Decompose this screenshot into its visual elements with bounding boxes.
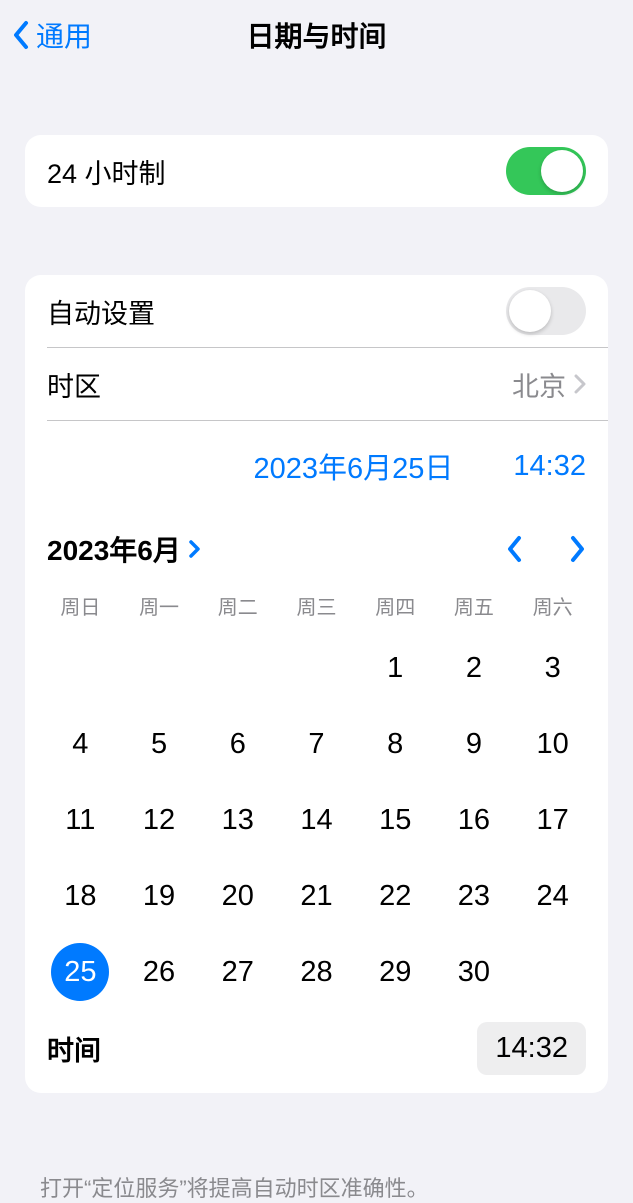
calendar-week-row: 11121314151617: [25, 782, 608, 858]
calendar-day-cell[interactable]: 5: [120, 706, 199, 782]
calendar-day-cell: [120, 630, 199, 706]
calendar-day-cell[interactable]: 10: [513, 706, 592, 782]
calendar-week-row: 123: [25, 630, 608, 706]
calendar-grid: 1234567891011121314151617181920212223242…: [25, 630, 608, 1010]
row-selected-datetime: 2023年6月25日 14:32: [25, 421, 608, 511]
calendar-day-cell[interactable]: 12: [120, 782, 199, 858]
calendar-day-cell[interactable]: 30: [435, 934, 514, 1010]
toggle-knob: [541, 150, 583, 192]
toggle-auto-set[interactable]: [506, 287, 586, 335]
calendar-header: 2023年6月: [25, 511, 608, 579]
weekday-header-row: 周日周一周二周三周四周五周六: [25, 579, 608, 630]
timezone-value: 北京: [512, 365, 566, 404]
calendar-day-cell[interactable]: 9: [435, 706, 514, 782]
calendar-day-cell[interactable]: 20: [198, 858, 277, 934]
chevron-right-icon: [574, 374, 586, 394]
row-timezone[interactable]: 时区 北京: [25, 348, 608, 420]
back-label: 通用: [36, 15, 92, 55]
calendar-week-row: 18192021222324: [25, 858, 608, 934]
calendar-day-cell[interactable]: 7: [277, 706, 356, 782]
weekday-label: 周五: [435, 579, 514, 630]
nav-bar: 通用 日期与时间: [0, 0, 633, 70]
month-picker-button[interactable]: 2023年6月: [47, 529, 201, 569]
calendar-day-cell[interactable]: 19: [120, 858, 199, 934]
calendar-day-cell: [41, 630, 120, 706]
time-row: 时间 14:32: [25, 1010, 608, 1093]
calendar-day-cell[interactable]: 21: [277, 858, 356, 934]
toggle-knob: [509, 290, 551, 332]
calendar-day-cell[interactable]: 4: [41, 706, 120, 782]
calendar-day-cell[interactable]: 6: [198, 706, 277, 782]
footer-note: 打开“定位服务”将提高自动时区准确性。: [0, 1161, 633, 1203]
prev-month-button[interactable]: [506, 534, 524, 564]
row-label: 24 小时制: [47, 152, 506, 191]
calendar-nav: [506, 534, 586, 564]
weekday-label: 周二: [198, 579, 277, 630]
next-month-button[interactable]: [568, 534, 586, 564]
calendar-day-cell[interactable]: 17: [513, 782, 592, 858]
calendar-day-cell: [277, 630, 356, 706]
calendar-day-cell[interactable]: 14: [277, 782, 356, 858]
weekday-label: 周六: [513, 579, 592, 630]
weekday-label: 周四: [356, 579, 435, 630]
calendar-day-cell[interactable]: 27: [198, 934, 277, 1010]
calendar-day-cell: [198, 630, 277, 706]
calendar-day-cell[interactable]: 18: [41, 858, 120, 934]
calendar-day-cell[interactable]: 22: [356, 858, 435, 934]
calendar-week-row: 45678910: [25, 706, 608, 782]
row-auto-set[interactable]: 自动设置: [25, 275, 608, 347]
weekday-label: 周日: [41, 579, 120, 630]
calendar-day-cell[interactable]: 16: [435, 782, 514, 858]
calendar-day-cell[interactable]: 13: [198, 782, 277, 858]
row-label: 时区: [47, 365, 512, 404]
calendar-day-cell[interactable]: 24: [513, 858, 592, 934]
calendar-day-cell[interactable]: 15: [356, 782, 435, 858]
row-24-hour[interactable]: 24 小时制: [25, 135, 608, 207]
calendar-day-cell[interactable]: 3: [513, 630, 592, 706]
chevron-right-icon: [189, 539, 201, 559]
group-date-time: 自动设置 时区 北京 2023年6月25日 14:32 2023年6月: [25, 275, 608, 1093]
toggle-24-hour[interactable]: [506, 147, 586, 195]
calendar-day-cell: [513, 934, 592, 1010]
calendar-day-cell[interactable]: 2: [435, 630, 514, 706]
calendar-day-cell[interactable]: 23: [435, 858, 514, 934]
chevron-left-icon: [12, 20, 32, 50]
selected-date-button[interactable]: 2023年6月25日: [254, 445, 454, 487]
calendar-week-row: 252627282930: [25, 934, 608, 1010]
calendar-day-cell[interactable]: 25: [41, 934, 120, 1010]
back-button[interactable]: 通用: [12, 15, 92, 55]
calendar-day-cell[interactable]: 26: [120, 934, 199, 1010]
group-24-hour: 24 小时制: [25, 135, 608, 207]
time-value-button[interactable]: 14:32: [477, 1022, 586, 1075]
weekday-label: 周一: [120, 579, 199, 630]
calendar-day-cell[interactable]: 28: [277, 934, 356, 1010]
row-label: 自动设置: [47, 292, 506, 331]
calendar-day-cell[interactable]: 29: [356, 934, 435, 1010]
page-title: 日期与时间: [0, 15, 633, 55]
calendar-day-cell[interactable]: 1: [356, 630, 435, 706]
selected-day-marker: 25: [51, 943, 109, 1001]
calendar-day-cell[interactable]: 11: [41, 782, 120, 858]
selected-time-button[interactable]: 14:32: [513, 450, 586, 483]
calendar-day-cell[interactable]: 8: [356, 706, 435, 782]
month-label: 2023年6月: [47, 529, 181, 569]
time-label: 时间: [47, 1029, 477, 1068]
weekday-label: 周三: [277, 579, 356, 630]
